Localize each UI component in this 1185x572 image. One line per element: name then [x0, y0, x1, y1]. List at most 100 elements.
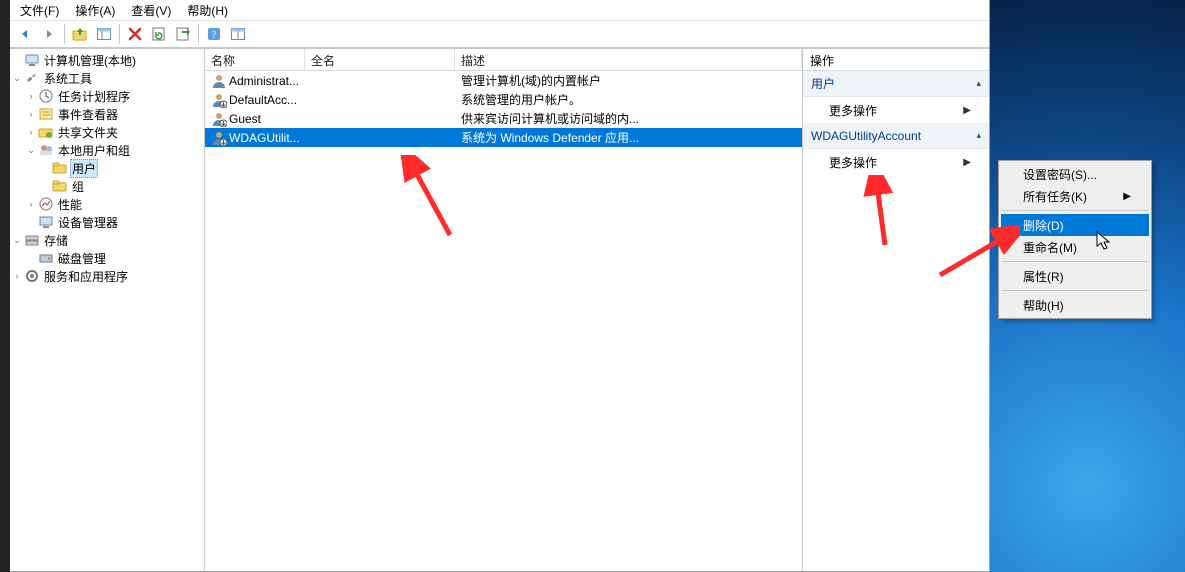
help-icon: ? [206, 26, 222, 42]
menu-help[interactable]: 帮助(H) [179, 1, 236, 20]
menu-file[interactable]: 文件(F) [12, 1, 67, 20]
tree-label: 系统工具 [42, 70, 94, 87]
cell-description: 供来宾访问计算机或访问域的内... [455, 110, 802, 127]
list-row[interactable]: WDAGUtilit... 系统为 Windows Defender 应用... [205, 128, 802, 147]
cell-description: 系统管理的用户帐户。 [455, 91, 802, 108]
tree-services-apps[interactable]: › 服务和应用程序 [10, 267, 204, 285]
tree-label: 共享文件夹 [56, 124, 120, 141]
collapse-toggle[interactable]: ⌄ [10, 235, 24, 246]
list-row[interactable]: Administrat...管理计算机(域)的内置帐户 [205, 71, 802, 90]
collapse-triangle-icon: ▴ [976, 78, 981, 89]
menu-view[interactable]: 查看(V) [123, 1, 179, 20]
context-set-password[interactable]: 设置密码(S)... [1001, 163, 1149, 185]
tree-groups[interactable]: 组 [10, 177, 204, 195]
list-row[interactable]: DefaultAcc... 系统管理的用户帐户。 [205, 90, 802, 109]
collapse-triangle-icon: ▴ [976, 130, 981, 141]
toolbar-separator [64, 24, 65, 44]
expand-toggle[interactable]: › [24, 91, 38, 101]
tree-shared-folders[interactable]: › 共享文件夹 [10, 123, 204, 141]
cell-name: WDAGUtilit... [205, 130, 305, 146]
expand-toggle[interactable]: › [24, 109, 38, 119]
user-icon [211, 92, 227, 108]
tree-storage[interactable]: ⌄ 存储 [10, 231, 204, 249]
collapse-toggle[interactable]: ⌄ [24, 145, 38, 156]
menu-action[interactable]: 操作(A) [67, 1, 123, 20]
blank-toggle [10, 55, 24, 65]
user-name: Administrat... [229, 74, 299, 88]
page-refresh-icon [151, 26, 167, 42]
tree-users[interactable]: 用户 [10, 159, 204, 177]
expand-toggle[interactable]: › [10, 271, 24, 281]
column-name[interactable]: 名称 [205, 49, 305, 70]
context-help[interactable]: 帮助(H) [1001, 294, 1149, 316]
event-log-icon [38, 106, 54, 122]
action-more-users[interactable]: 更多操作 ▶ [803, 97, 989, 123]
tree-label: 事件查看器 [56, 106, 120, 123]
collapse-toggle[interactable]: ⌄ [10, 73, 24, 84]
svg-text:?: ? [212, 30, 217, 41]
list-row[interactable]: Guest供来宾访问计算机或访问域的内... [205, 109, 802, 128]
list-body[interactable]: Administrat...管理计算机(域)的内置帐户DefaultAcc...… [205, 71, 802, 571]
pane-options-button[interactable] [227, 23, 249, 45]
tree-disk-management[interactable]: 磁盘管理 [10, 249, 204, 267]
menu-label: 帮助(H) [1023, 297, 1064, 314]
action-label: 更多操作 [829, 102, 877, 119]
refresh-button[interactable] [148, 23, 170, 45]
panes-icon [230, 26, 246, 42]
users-groups-icon [38, 142, 54, 158]
tree-label: 组 [70, 178, 86, 195]
tree-label: 设备管理器 [56, 214, 120, 231]
tree-local-users-groups[interactable]: ⌄ 本地用户和组 [10, 141, 204, 159]
tree-panel[interactable]: 计算机管理(本地) ⌄ 系统工具 › 任务计划程序 › 事件查看器 › 共享文件… [10, 49, 205, 571]
wrench-icon [24, 70, 40, 86]
toolbar-separator [119, 24, 120, 44]
expand-toggle[interactable]: › [24, 199, 38, 209]
up-folder-button[interactable] [69, 23, 91, 45]
export-button[interactable] [172, 23, 194, 45]
action-label: 更多操作 [829, 154, 877, 171]
folder-icon [52, 178, 68, 194]
tree-label: 服务和应用程序 [42, 268, 130, 285]
list-header: 名称 全名 描述 [205, 49, 802, 71]
storage-icon [24, 232, 40, 248]
page-export-icon [175, 26, 191, 42]
left-desktop-gutter [0, 0, 10, 572]
clock-icon [38, 88, 54, 104]
user-name: DefaultAcc... [229, 93, 297, 107]
menu-label: 设置密码(S)... [1023, 166, 1097, 183]
action-more-account[interactable]: 更多操作 ▶ [803, 149, 989, 175]
back-button[interactable] [14, 23, 36, 45]
section-title: WDAGUtilityAccount [811, 129, 921, 143]
show-pane-button[interactable] [93, 23, 115, 45]
tree-label: 存储 [42, 232, 70, 249]
column-fullname[interactable]: 全名 [305, 49, 455, 70]
delete-button[interactable] [124, 23, 146, 45]
context-all-tasks[interactable]: 所有任务(K) ▶ [1001, 185, 1149, 207]
expand-toggle[interactable]: › [24, 127, 38, 137]
actions-section-users[interactable]: 用户 ▴ [803, 71, 989, 97]
tree-root[interactable]: 计算机管理(本地) [10, 51, 204, 69]
delete-x-icon [128, 27, 142, 41]
user-name: WDAGUtilit... [229, 131, 300, 145]
column-description[interactable]: 描述 [455, 49, 802, 70]
submenu-arrow-icon: ▶ [963, 157, 971, 168]
arrow-right-icon [42, 27, 56, 41]
toolbar-separator [198, 24, 199, 44]
user-icon [211, 73, 227, 89]
context-properties[interactable]: 属性(R) [1001, 265, 1149, 287]
actions-panel: 操作 用户 ▴ 更多操作 ▶ WDAGUtilityAccount ▴ 更多操作… [803, 49, 989, 571]
help-button[interactable]: ? [203, 23, 225, 45]
context-delete[interactable]: 删除(D) [1001, 214, 1149, 236]
tree-device-manager[interactable]: 设备管理器 [10, 213, 204, 231]
context-rename[interactable]: 重命名(M) [1001, 236, 1149, 258]
tree-label: 任务计划程序 [56, 88, 132, 105]
tree-task-scheduler[interactable]: › 任务计划程序 [10, 87, 204, 105]
tree-event-viewer[interactable]: › 事件查看器 [10, 105, 204, 123]
tree-label: 计算机管理(本地) [42, 52, 138, 69]
tree-performance[interactable]: › 性能 [10, 195, 204, 213]
actions-section-account[interactable]: WDAGUtilityAccount ▴ [803, 123, 989, 149]
context-menu: 设置密码(S)... 所有任务(K) ▶ 删除(D) 重命名(M) 属性(R) … [998, 160, 1152, 319]
cell-description: 系统为 Windows Defender 应用... [455, 129, 802, 146]
tree-system-tools[interactable]: ⌄ 系统工具 [10, 69, 204, 87]
forward-button[interactable] [38, 23, 60, 45]
